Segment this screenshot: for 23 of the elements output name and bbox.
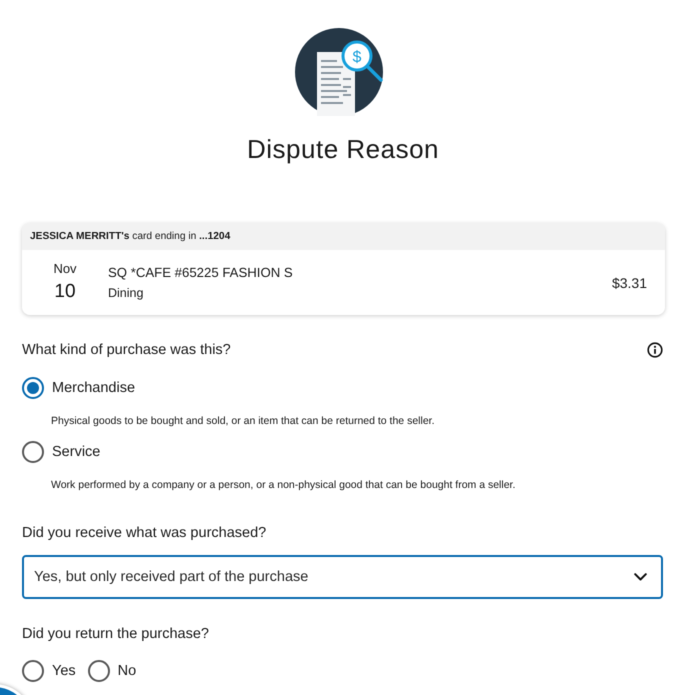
option-label[interactable]: Yes (52, 662, 76, 680)
card-owner-text: JESSICA MERRITT's card ending in ...1204 (30, 231, 230, 242)
merchant-name: SQ *CAFE #65225 FASHION S (108, 264, 293, 282)
page-title: Dispute Reason (247, 133, 439, 165)
radio-button[interactable] (22, 377, 44, 399)
radio-button[interactable] (22, 660, 44, 682)
merchant-category: Dining (108, 285, 144, 301)
question-label: What kind of purchase was this? (22, 341, 231, 359)
radio-button[interactable] (88, 660, 110, 682)
option-label[interactable]: Merchandise (52, 379, 136, 397)
question-label: Did you return the purchase? (22, 625, 209, 643)
chevron-down-icon (634, 573, 647, 581)
option-label[interactable]: No (118, 662, 136, 680)
question-label: Did you receive what was purchased? (22, 524, 266, 542)
radio-button[interactable] (22, 441, 44, 463)
option-label[interactable]: Service (52, 443, 100, 461)
dropdown-select[interactable]: Yes, but only received part of the purchase (22, 555, 663, 599)
option-description: Physical goods to be bought and sold, or an item that can be returned to the seller. (51, 414, 434, 428)
transaction-day: 10 (54, 280, 76, 304)
transaction-amount: $3.31 (612, 274, 647, 290)
transaction-month: Nov (53, 261, 77, 277)
option-description: Work performed by a company or a person, or a non-physical good that can be bought from a seller. (51, 478, 516, 492)
info-icon[interactable] (647, 342, 663, 358)
